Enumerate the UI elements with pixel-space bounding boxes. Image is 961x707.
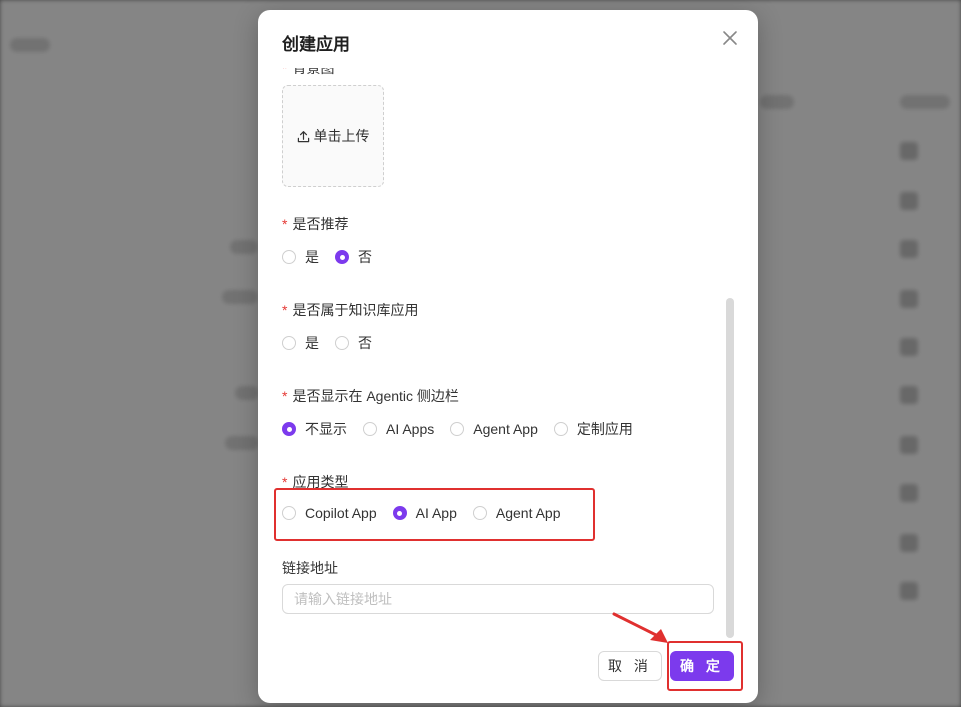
recommend-radio-group: 是 否 [282,247,388,267]
close-button[interactable] [720,28,740,48]
close-icon [723,31,737,45]
field-label-knowledge-base: * 是否属于知识库应用 [282,300,418,320]
required-mark: * [282,216,288,232]
field-label-recommend: * 是否推荐 [282,214,348,234]
radio-label: 是 [305,335,319,351]
create-app-modal: 创建应用 * 背景图 单击上传 * 是否推荐 是 否 * 是否属于知识库应用 是… [258,10,758,703]
cancel-button[interactable]: 取 消 [598,651,662,681]
radio-circle[interactable] [335,250,349,264]
knowledge-base-radio-group: 是 否 [282,333,388,353]
radio-label: 是 [305,249,319,265]
upload-label: 单击上传 [313,128,370,144]
upload-icon [297,130,309,142]
radio-circle[interactable] [282,336,296,350]
radio-label: 否 [358,335,372,351]
radio-sidebar-hidden[interactable]: 不显示 [282,419,347,439]
radio-label: AI Apps [386,421,435,437]
label-text: 应用类型 [292,474,349,490]
radio-circle[interactable] [472,506,487,520]
radio-circle[interactable] [553,422,568,436]
radio-circle[interactable] [363,422,377,436]
radio-recommend-no[interactable]: 否 [335,247,372,267]
label-text: 背景图 [292,68,335,76]
upload-button[interactable]: 单击上传 [282,85,384,187]
radio-label: Agent App [473,421,538,437]
radio-label: Agent App [495,505,561,521]
link-input[interactable] [282,584,714,614]
field-label-link: 链接地址 [282,558,338,578]
radio-sidebar-custom[interactable]: 定制应用 [553,419,633,439]
radio-sidebar-ai-apps[interactable]: AI Apps [363,421,434,437]
radio-app-type-agent[interactable]: Agent App [472,505,561,521]
required-mark: * [282,68,288,76]
radio-label: 否 [358,249,372,265]
radio-app-type-ai[interactable]: AI App [392,505,457,521]
radio-label: Copilot App [305,505,377,521]
label-text: 是否属于知识库应用 [292,302,419,318]
app-type-radio-group: Copilot App AI App Agent App [282,505,577,521]
radio-label: AI App [415,505,457,521]
field-label-background-image: * 背景图 [282,68,334,78]
agentic-sidebar-radio-group: 不显示 AI Apps Agent App 定制应用 [282,419,649,439]
modal-body[interactable]: * 背景图 单击上传 * 是否推荐 是 否 * 是否属于知识库应用 是 否 * … [258,68,758,638]
label-text: 链接地址 [282,560,338,576]
modal-title: 创建应用 [282,35,350,54]
scrollbar[interactable] [726,298,734,638]
field-label-agentic-sidebar: * 是否显示在 Agentic 侧边栏 [282,386,459,406]
radio-app-type-copilot[interactable]: Copilot App [282,505,377,521]
required-mark: * [282,302,288,318]
radio-label: 不显示 [305,421,347,437]
field-label-app-type: * 应用类型 [282,472,348,492]
confirm-button[interactable]: 确 定 [670,651,734,681]
radio-circle[interactable] [392,506,407,520]
radio-recommend-yes[interactable]: 是 [282,247,319,267]
label-text: 是否推荐 [292,216,349,232]
radio-label: 定制应用 [576,421,633,437]
radio-circle[interactable] [282,506,296,520]
radio-circle[interactable] [450,422,465,436]
required-mark: * [282,474,288,490]
radio-knowledge-yes[interactable]: 是 [282,333,319,353]
radio-knowledge-no[interactable]: 否 [335,333,372,353]
required-mark: * [282,388,288,404]
radio-circle[interactable] [335,336,349,350]
radio-circle[interactable] [282,250,296,264]
label-text: 是否显示在 Agentic 侧边栏 [292,388,459,404]
radio-sidebar-agent-app[interactable]: Agent App [450,421,538,437]
radio-circle[interactable] [282,422,296,436]
